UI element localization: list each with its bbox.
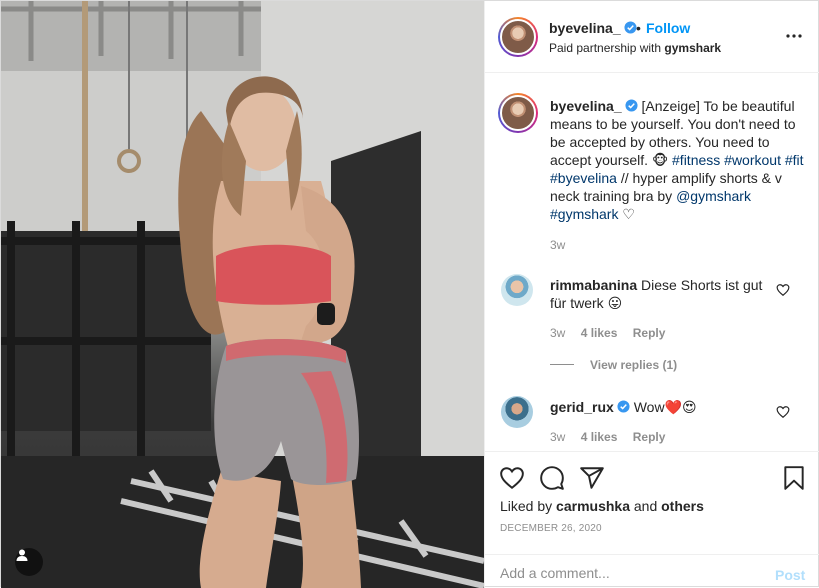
comment-icon[interactable] [539, 465, 565, 491]
partnership-brand-link[interactable]: gymshark [664, 41, 721, 55]
liked-by-prefix: Liked by [500, 498, 553, 514]
hashtag-link[interactable]: #workout [724, 152, 781, 168]
add-comment-bar: Post [485, 554, 819, 588]
comment-text: gerid_rux Wow❤️😍 [550, 398, 774, 416]
hashtag-link[interactable]: #byevelina [550, 170, 617, 186]
comment-reply-button[interactable]: Reply [633, 326, 666, 340]
comment-reply-button[interactable]: Reply [633, 430, 666, 444]
share-icon[interactable] [579, 465, 605, 491]
comment-input[interactable] [500, 565, 750, 581]
hashtag-link[interactable]: #fit [785, 152, 804, 168]
comment-likes-count[interactable]: 4 likes [581, 430, 618, 444]
comment-like-heart-icon[interactable] [776, 405, 790, 419]
post-header: byevelina_ • Follow Paid partnership wit… [485, 1, 819, 73]
header-separator-dot: • [636, 20, 641, 36]
comment-likes-count[interactable]: 4 likes [581, 326, 618, 340]
comment-timestamp[interactable]: 3w [550, 430, 565, 444]
post-comment-button[interactable]: Post [775, 567, 805, 583]
liked-by-and: and [633, 498, 658, 514]
author-username-text[interactable]: byevelina_ [549, 20, 621, 36]
commenter-avatar[interactable] [501, 274, 533, 306]
post-dialog: byevelina_ • Follow Paid partnership wit… [0, 0, 819, 588]
photo-illustration [1, 1, 484, 588]
follow-button[interactable]: Follow [646, 20, 690, 36]
caption-timestamp[interactable]: 3w [550, 238, 565, 252]
view-replies-line [550, 364, 574, 365]
bookmark-icon[interactable] [781, 465, 807, 491]
post-photo[interactable] [1, 1, 484, 588]
hashtag-link[interactable]: #fitness [672, 152, 720, 168]
comment-body: Wow❤️😍 [633, 399, 697, 415]
caption-username[interactable]: byevelina_ [550, 98, 622, 114]
more-options-icon[interactable] [784, 28, 804, 44]
post-side-panel: byevelina_ • Follow Paid partnership wit… [484, 1, 819, 588]
commenter-username[interactable]: rimmabanina [550, 277, 637, 293]
paid-partnership-label: Paid partnership with gymshark [549, 41, 721, 55]
hashtag-link[interactable]: #gymshark [550, 206, 618, 222]
user-tag-icon[interactable] [15, 548, 43, 576]
liked-by-user-link[interactable]: carmushka [556, 498, 630, 514]
comment-text: rimmabanina Diese Shorts ist gut für twe… [550, 276, 774, 312]
caption-avatar[interactable] [498, 93, 538, 133]
post-caption: byevelina_ [Anzeige] To be beautiful mea… [550, 97, 810, 223]
comment-meta: 3w 4 likes Reply [550, 326, 665, 340]
verified-badge-icon [625, 99, 638, 112]
commenter-username[interactable]: gerid_rux [550, 399, 614, 415]
liked-by-others-link[interactable]: others [661, 498, 704, 514]
author-username[interactable]: byevelina_ [549, 20, 637, 36]
caption-heart-emoji: ♡ [622, 206, 635, 222]
liked-by-summary: Liked by carmushka and others [500, 498, 704, 514]
comment-meta: 3w 4 likes Reply [550, 430, 665, 444]
partnership-prefix: Paid partnership with [549, 41, 662, 55]
mention-link[interactable]: @gymshark [676, 188, 751, 204]
verified-badge-icon [624, 21, 637, 34]
view-replies-label[interactable]: View replies (1) [590, 358, 677, 372]
heart-icon[interactable] [499, 465, 525, 491]
commenter-avatar[interactable] [501, 396, 533, 428]
author-avatar[interactable] [498, 17, 538, 57]
comment-like-heart-icon[interactable] [776, 283, 790, 297]
verified-badge-icon [617, 400, 630, 413]
view-replies-button[interactable]: View replies (1) [550, 358, 677, 372]
post-date[interactable]: DECEMBER 26, 2020 [500, 523, 602, 534]
comment-timestamp[interactable]: 3w [550, 326, 565, 340]
